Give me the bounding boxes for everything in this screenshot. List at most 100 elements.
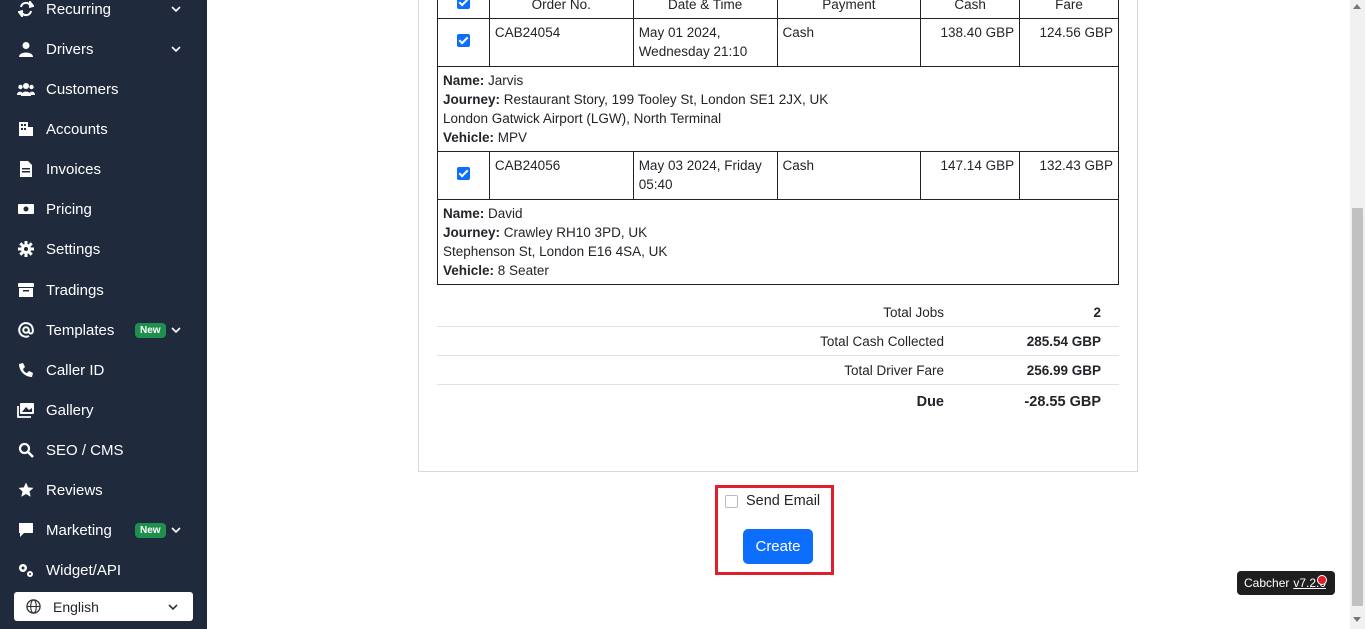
notification-dot-icon: [1317, 575, 1327, 585]
globe-icon: [26, 599, 41, 614]
total-fare-row: Total Driver Fare 256.99 GBP: [437, 356, 1119, 385]
sidebar-item-drivers[interactable]: Drivers: [0, 32, 207, 66]
scroll-down-icon[interactable]: [1353, 617, 1361, 622]
sidebar-item-gallery[interactable]: Gallery: [0, 393, 207, 427]
date-line: Wednesday 21:10: [638, 44, 748, 59]
sidebar-item-label: Drivers: [46, 40, 94, 58]
sidebar-item-invoices[interactable]: Invoices: [0, 152, 207, 186]
repeat-icon: [17, 0, 35, 18]
customer-name: Jarvis: [488, 73, 524, 88]
chevron-down-icon: [171, 527, 181, 534]
sidebar-item-recurring[interactable]: Recurring: [0, 0, 207, 26]
customer-name: David: [488, 206, 523, 221]
sidebar-item-label: Tradings: [46, 281, 104, 299]
job-details-row: Name: David Journey: Crawley RH10 3PD, U…: [437, 199, 1119, 285]
date-line: 05:40: [638, 177, 673, 192]
users-icon: [17, 80, 35, 98]
order-number: CAB24054: [488, 18, 634, 67]
page-scrollbar[interactable]: [1350, 0, 1365, 629]
sidebar-item-label: Invoices: [46, 160, 102, 178]
row-checkbox-cell: [437, 18, 490, 67]
sidebar-item-tradings[interactable]: Tradings: [0, 273, 207, 307]
send-email-checkbox[interactable]: [725, 494, 738, 508]
fare-amount: 124.56 GBP: [1019, 18, 1119, 67]
due-row: Due -28.55 GBP: [437, 385, 1119, 414]
column-header: Cash: [920, 0, 1021, 19]
sidebar-item-templates[interactable]: Templates New: [0, 313, 207, 347]
gears-icon: [17, 561, 35, 579]
table-header-row: Order No. Date & Time Payment Cash Fare: [437, 0, 1119, 19]
select-all-checkbox[interactable]: [456, 0, 470, 9]
chevron-down-icon: [171, 46, 181, 53]
chevron-down-icon: [171, 6, 181, 13]
cash-amount: 138.40 GBP: [920, 18, 1021, 67]
total-cash-row: Total Cash Collected 285.54 GBP: [437, 327, 1119, 356]
send-email-option[interactable]: Send Email: [725, 493, 820, 509]
job-checkbox[interactable]: [456, 34, 470, 47]
search-icon: [17, 441, 35, 459]
due-value: -28.55 GBP: [1024, 394, 1101, 410]
total-jobs-row: Total Jobs 2: [437, 298, 1119, 327]
sidebar-item-label: Reviews: [46, 481, 103, 499]
version-badge[interactable]: Cabcher v7.2.0: [1237, 571, 1335, 595]
date-time-cell: May 03 2024, Friday 05:40: [632, 151, 778, 200]
column-header: Order No.: [488, 0, 634, 19]
language-label: English: [53, 598, 99, 615]
sidebar-item-reviews[interactable]: Reviews: [0, 473, 207, 507]
sidebar-item-pricing[interactable]: Pricing: [0, 192, 207, 226]
create-button[interactable]: Create: [743, 529, 813, 564]
total-cash-value: 285.54 GBP: [1026, 334, 1101, 349]
order-number: CAB24056: [488, 151, 634, 200]
sidebar-item-label: Marketing: [46, 521, 112, 539]
column-header: Fare: [1019, 0, 1119, 19]
sidebar-item-accounts[interactable]: Accounts: [0, 112, 207, 146]
sidebar-item-label: Customers: [46, 80, 119, 98]
job-checkbox[interactable]: [456, 167, 470, 180]
due-label: Due: [916, 394, 944, 410]
sidebar-item-label: Widget/API: [46, 561, 122, 579]
new-badge: New: [135, 522, 166, 538]
column-header: Payment: [776, 0, 922, 19]
job-details: Name: Jarvis Journey: Restaurant Story, …: [437, 66, 1119, 152]
sidebar-item-caller-id[interactable]: Caller ID: [0, 353, 207, 387]
sidebar-item-label: Caller ID: [46, 361, 105, 379]
fare-amount: 132.43 GBP: [1019, 151, 1119, 200]
row-checkbox-cell: [437, 151, 490, 200]
job-details-row: Name: Jarvis Journey: Restaurant Story, …: [437, 66, 1119, 152]
vehicle-type: MPV: [497, 130, 528, 145]
sidebar-item-marketing[interactable]: Marketing New: [0, 513, 207, 547]
archive-icon: [17, 281, 35, 299]
column-header: Date & Time: [632, 0, 778, 19]
send-email-label: Send Email: [746, 493, 821, 509]
vehicle-label: Vehicle:: [443, 263, 495, 278]
language-select[interactable]: English: [14, 592, 193, 621]
total-fare-label: Total Driver Fare: [844, 363, 944, 378]
sidebar-item-widget-api[interactable]: Widget/API: [0, 553, 207, 587]
journey-label: Journey:: [443, 225, 501, 240]
sidebar-item-label: Recurring: [46, 0, 112, 18]
sidebar-item-label: Gallery: [46, 401, 94, 419]
phone-icon: [17, 361, 35, 379]
sidebar-item-label: Templates: [46, 321, 115, 339]
name-label: Name:: [443, 206, 485, 221]
new-badge: New: [135, 322, 166, 338]
money-icon: [17, 200, 35, 218]
sidebar-item-label: Pricing: [46, 200, 92, 218]
sidebar-item-customers[interactable]: Customers: [0, 72, 207, 106]
vehicle-type: 8 Seater: [497, 263, 549, 278]
journey-from: Restaurant Story, 199 Tooley St, London …: [503, 92, 829, 107]
sidebar-item-seo-cms[interactable]: SEO / CMS: [0, 433, 207, 467]
name-label: Name:: [443, 73, 485, 88]
scroll-up-icon[interactable]: [1353, 4, 1361, 9]
journey-to: Stephenson St, London E16 4SA, UK: [443, 244, 668, 259]
user-icon: [17, 40, 35, 58]
at-icon: [17, 321, 35, 339]
header-checkbox-cell: [437, 0, 490, 19]
table-row: CAB24056 May 03 2024, Friday 05:40 Cash 1…: [437, 151, 1119, 200]
sidebar-item-label: Settings: [46, 240, 101, 258]
total-jobs-label: Total Jobs: [883, 305, 944, 320]
file-invoice-icon: [17, 160, 35, 178]
payment-method: Cash: [776, 151, 922, 200]
scroll-thumb[interactable]: [1352, 208, 1363, 606]
sidebar-item-settings[interactable]: Settings: [0, 232, 207, 266]
